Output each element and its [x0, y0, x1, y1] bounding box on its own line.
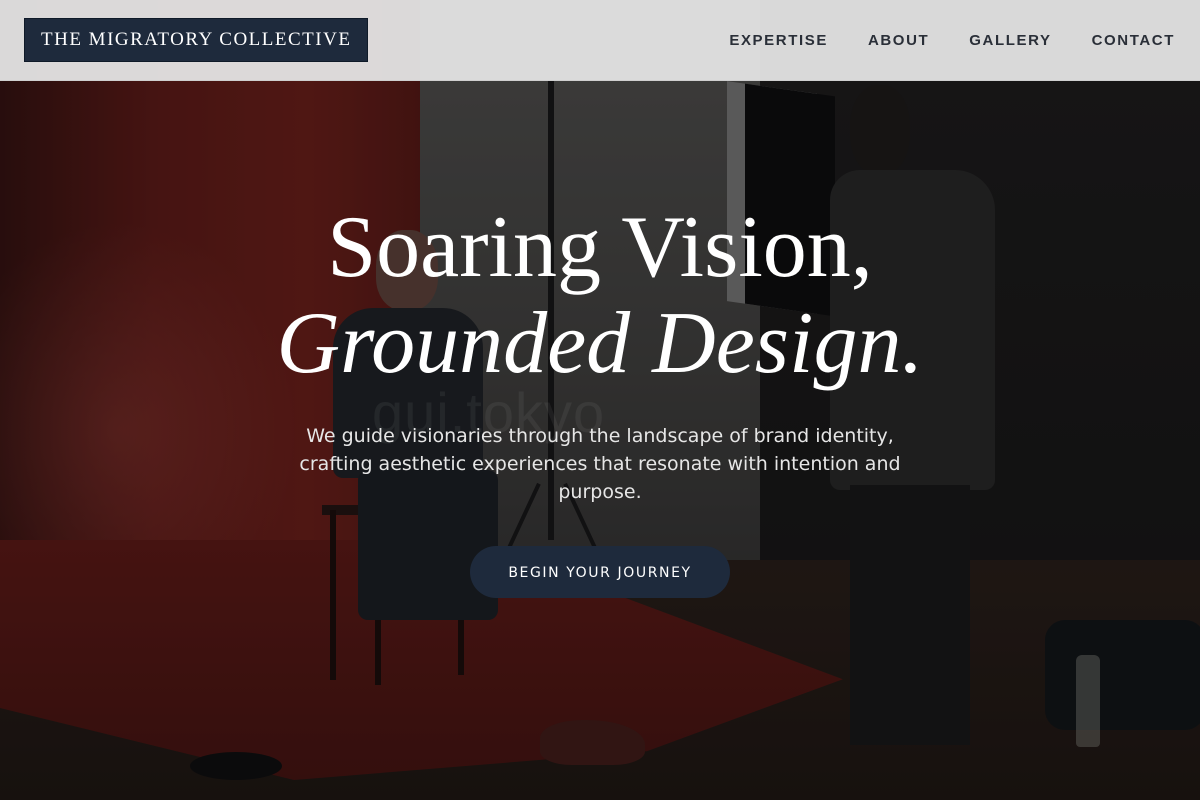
main-nav: EXPERTISE ABOUT GALLERY CONTACT: [729, 0, 1175, 80]
hero-subtitle: We guide visionaries through the landsca…: [299, 425, 901, 503]
hero-section: Soaring Vision, Grounded Design. We guid…: [0, 200, 1200, 598]
nav-link-contact[interactable]: CONTACT: [1092, 32, 1175, 49]
logo[interactable]: THE MIGRATORY COLLECTIVE: [24, 18, 369, 62]
site-header: THE MIGRATORY COLLECTIVE EXPERTISE ABOUT…: [0, 0, 1200, 81]
nav-link-about[interactable]: ABOUT: [868, 32, 929, 49]
begin-journey-button[interactable]: BEGIN YOUR JOURNEY: [470, 546, 730, 598]
hero-headline-line2: Grounded Design.: [276, 295, 924, 392]
nav-link-gallery[interactable]: GALLERY: [969, 32, 1051, 49]
hero-headline-line1: Soaring Vision,: [327, 199, 873, 296]
nav-link-expertise[interactable]: EXPERTISE: [729, 32, 828, 49]
logo-text: THE MIGRATORY COLLECTIVE: [41, 29, 352, 50]
